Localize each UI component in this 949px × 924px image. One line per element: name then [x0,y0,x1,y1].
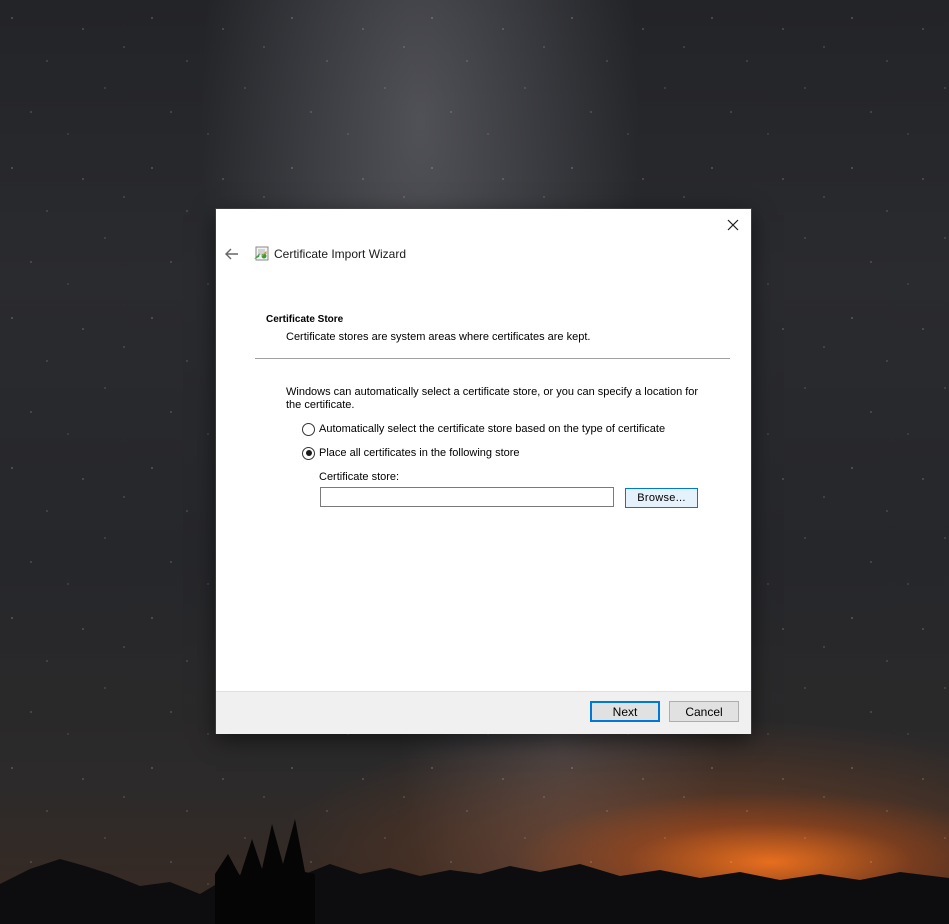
radio-auto-select[interactable]: Automatically select the certificate sto… [302,421,665,437]
wizard-header: Certificate Import Wizard [216,239,751,271]
back-arrow-icon [225,248,238,260]
certificate-store-label: Certificate store: [319,471,400,483]
wizard-footer: Next Cancel [216,691,751,734]
cancel-button[interactable]: Cancel [669,701,739,722]
certificate-wizard-icon [253,245,271,263]
close-icon [727,219,739,231]
radio-place-all[interactable]: Place all certificates in the following … [302,445,520,461]
radio-label-auto: Automatically select the certificate sto… [319,423,666,435]
back-button[interactable] [223,245,241,263]
radio-button-auto[interactable] [302,422,315,436]
certificate-store-input[interactable] [320,487,614,507]
section-title: Certificate Store [266,314,344,325]
certificate-import-wizard-dialog: Certificate Import Wizard Certificate St… [216,209,751,734]
radio-label-place-all: Place all certificates in the following … [319,447,520,459]
next-button[interactable]: Next [590,701,660,722]
wallpaper-mountains [0,819,949,924]
intro-text: Windows can automatically select a certi… [286,386,699,411]
section-description: Certificate stores are system areas wher… [286,331,591,343]
wizard-title: Certificate Import Wizard [274,247,407,261]
radio-button-place-all[interactable] [302,446,315,460]
browse-button[interactable]: Browse... [625,488,698,508]
close-button[interactable] [721,213,745,237]
header-separator [255,358,730,359]
